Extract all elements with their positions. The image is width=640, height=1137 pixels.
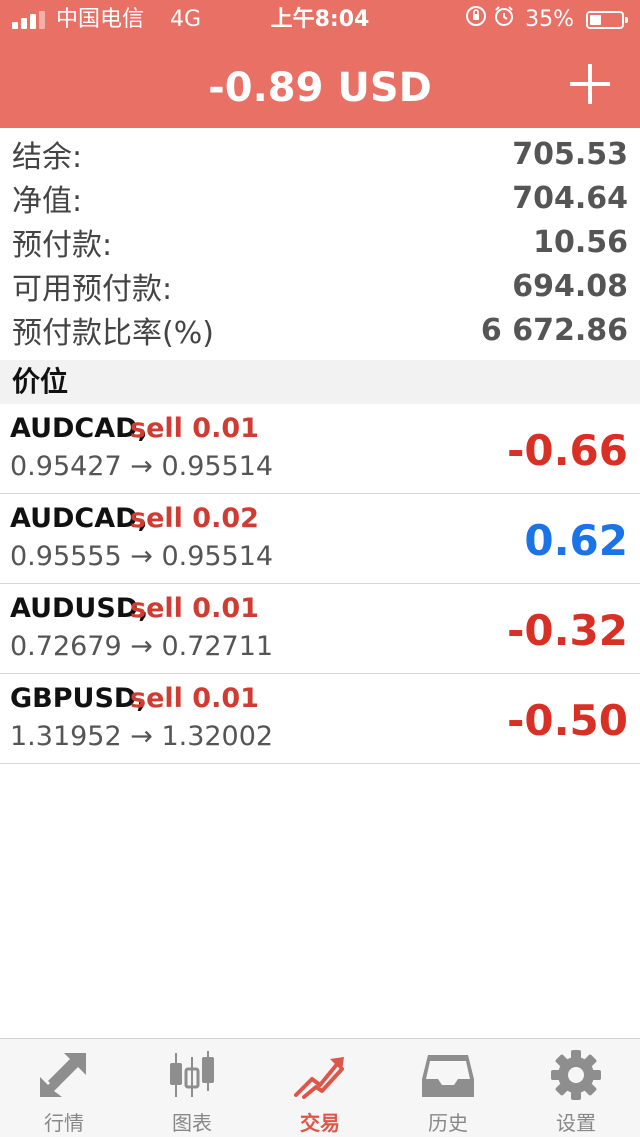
tab-quotes[interactable]: 行情 [0,1039,128,1137]
position-prices: 0.95555 → 0.95514 [10,541,274,572]
position-symbol: GBPUSD, [10,683,147,714]
tab-trade[interactable]: 交易 [256,1039,384,1137]
battery-icon [586,11,628,29]
summary-row-margin-level: 预付款比率(%) 6 672.86 [0,308,640,352]
position-row[interactable]: AUDUSD, sell 0.01 0.72679 → 0.72711 -0.3… [0,584,640,674]
tab-label: 历史 [428,1111,468,1135]
position-symbol: AUDCAD, [10,503,148,534]
position-row[interactable]: GBPUSD, sell 0.01 1.31952 → 1.32002 -0.5… [0,674,640,764]
alarm-clock-icon [493,0,515,40]
tab-settings[interactable]: 设置 [512,1039,640,1137]
position-symbol: AUDUSD, [10,593,149,624]
summary-row-margin: 预付款: 10.56 [0,220,640,264]
position-prices: 0.72679 → 0.72711 [10,631,274,662]
position-prices: 1.31952 → 1.32002 [10,721,274,752]
candlestick-chart-icon [170,1051,214,1097]
summary-label: 预付款: [12,228,113,263]
position-row[interactable]: AUDCAD, sell 0.01 0.95427 → 0.95514 -0.6… [0,404,640,494]
position-symbol: AUDCAD, [10,413,148,444]
balance-title: -0.89 USD [208,65,432,111]
summary-value: 6 672.86 [480,312,628,348]
summary-row-equity: 净值: 704.64 [0,176,640,220]
position-type: sell 0.02 [130,503,259,534]
tab-label: 设置 [556,1111,596,1135]
position-type: sell 0.01 [130,413,259,444]
orientation-lock-icon [465,0,487,40]
summary-row-free-margin: 可用预付款: 694.08 [0,264,640,308]
bottom-tab-bar: 行情 图表 交易 历史 设置 [0,1038,640,1137]
position-profit: -0.66 [506,426,628,475]
position-profit: -0.50 [506,696,628,745]
account-summary: 结余: 705.53 净值: 704.64 预付款: 10.56 可用预付款: … [0,132,640,352]
summary-value: 704.64 [512,180,628,216]
history-inbox-icon [422,1055,474,1097]
position-profit: 0.62 [524,516,628,565]
trade-trend-icon [294,1057,344,1099]
position-type: sell 0.01 [130,593,259,624]
position-prices: 0.95427 → 0.95514 [10,451,274,482]
tab-label: 交易 [300,1111,340,1135]
summary-value: 10.56 [533,224,628,260]
add-order-button[interactable] [568,62,612,106]
status-icons: 35% [465,0,628,40]
positions-list: AUDCAD, sell 0.01 0.95427 → 0.95514 -0.6… [0,404,640,764]
summary-label: 净值: [12,184,83,219]
status-bar: 中国电信 4G 上午8:04 35% [0,0,640,40]
summary-label: 预付款比率(%) [12,316,214,351]
summary-row-balance: 结余: 705.53 [0,132,640,176]
tab-charts[interactable]: 图表 [128,1039,256,1137]
tab-label: 图表 [172,1111,212,1135]
summary-value: 705.53 [512,136,628,172]
position-row[interactable]: AUDCAD, sell 0.02 0.95555 → 0.95514 0.62 [0,494,640,584]
tab-label: 行情 [44,1111,84,1135]
position-type: sell 0.01 [130,683,259,714]
header-bar: 中国电信 4G 上午8:04 35% -0.89 USD [0,0,640,128]
battery-percent: 35% [525,7,574,32]
summary-value: 694.08 [512,268,628,304]
summary-label: 可用预付款: [12,272,173,307]
position-profit: -0.32 [506,606,628,655]
tab-history[interactable]: 历史 [384,1039,512,1137]
settings-gear-icon [551,1050,601,1100]
quotes-arrows-icon [40,1053,86,1097]
battery-level-fill [590,15,601,25]
summary-label: 结余: [12,140,83,175]
positions-section-header: 价位 [0,360,640,404]
